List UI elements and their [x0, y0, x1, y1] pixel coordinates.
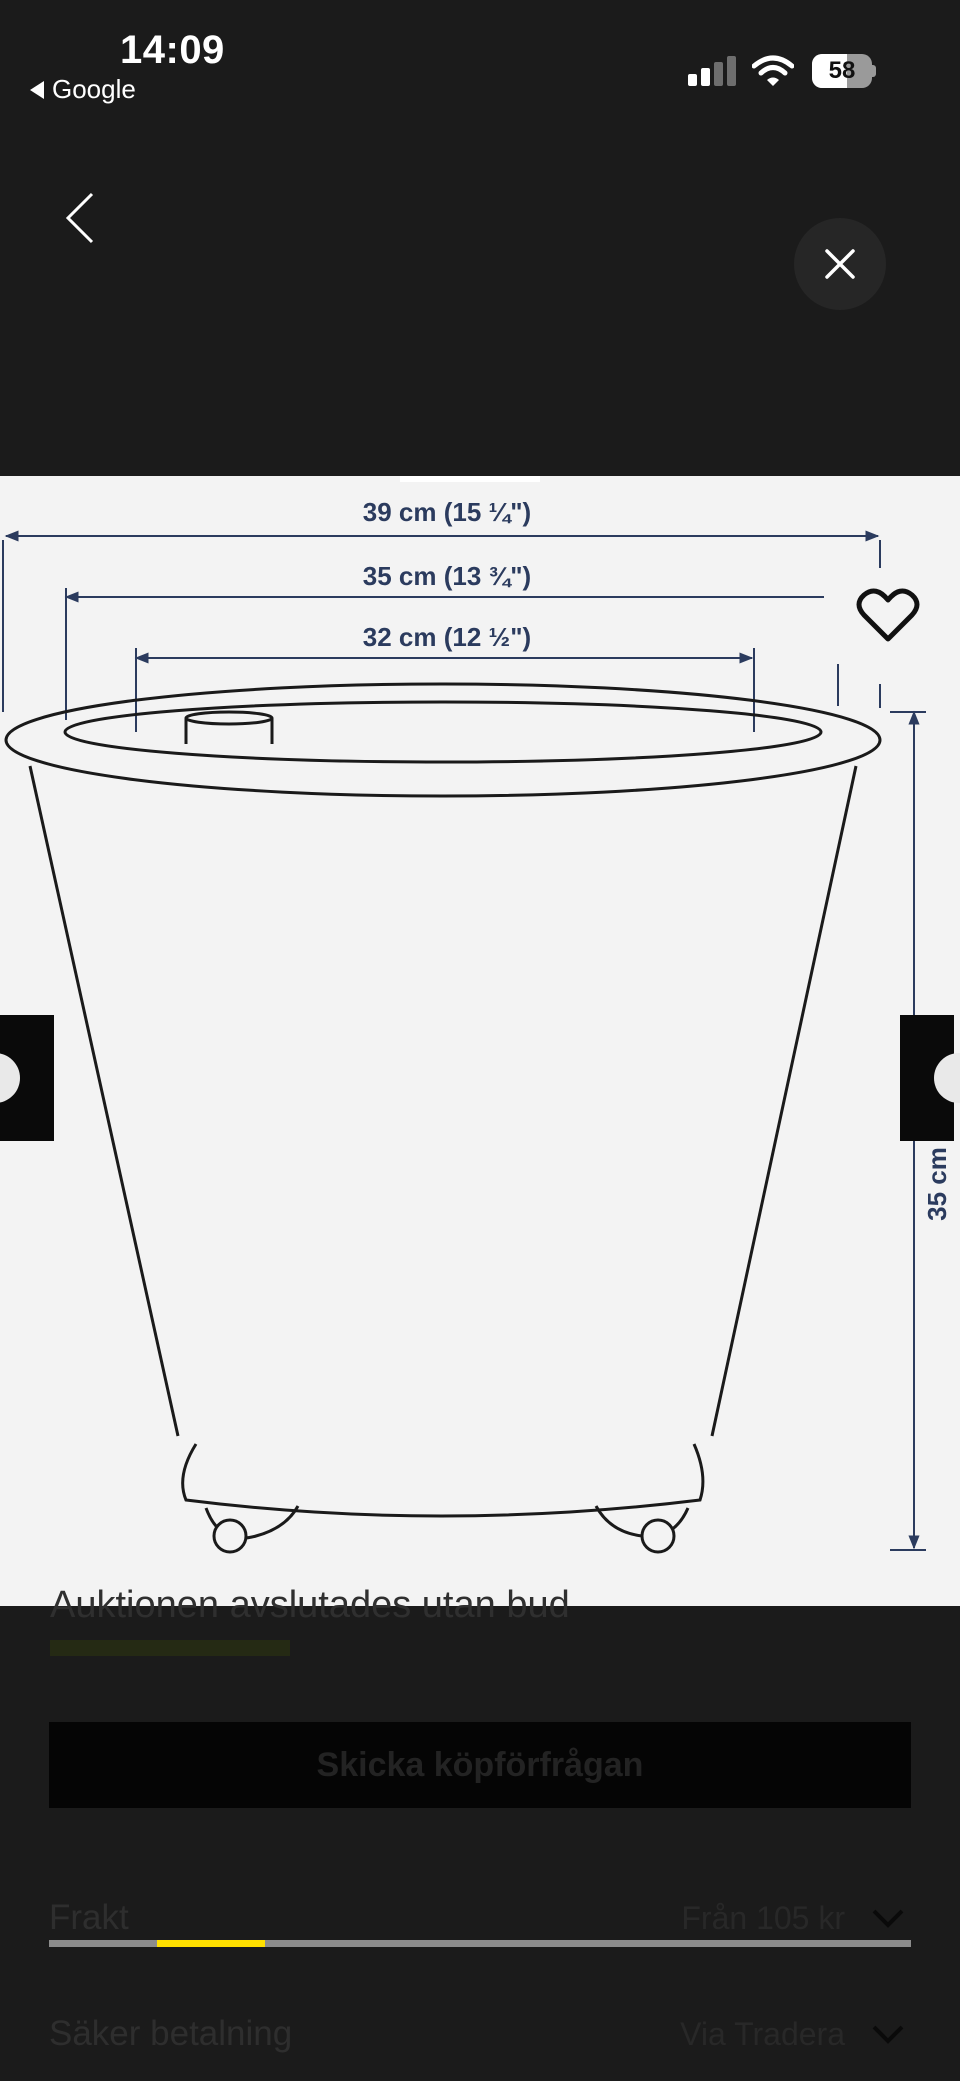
payment-value: Via Tradera: [680, 2016, 845, 2052]
auction-status: Auktionen avslutades utan bud: [50, 1584, 570, 1626]
outer-width-label: 39 cm (15 ¼"): [363, 497, 531, 527]
inner-width-label: 32 cm (12 ½"): [363, 622, 531, 652]
pot-dimension-drawing: 39 cm (15 ¼") 35 cm (13 ¾") 32 cm (12 ½"…: [2, 476, 952, 1554]
previous-image-button[interactable]: [0, 1015, 54, 1141]
battery-icon: 58: [812, 54, 876, 88]
heart-icon[interactable]: [856, 586, 920, 644]
next-arrow-icon: [934, 1053, 960, 1103]
image-pager-strip: [49, 1940, 911, 1947]
payment-row[interactable]: Säker betalning Via Tradera: [49, 2006, 911, 2066]
chevron-down-icon: [872, 1909, 904, 1928]
chevron-left-icon[interactable]: [62, 190, 98, 246]
product-image-viewer[interactable]: 39 cm (15 ¼") 35 cm (13 ¾") 32 cm (12 ½"…: [0, 476, 960, 1606]
active-pager-segment: [156, 1940, 265, 1947]
back-triangle-icon: [30, 80, 44, 99]
payment-label: Säker betalning: [49, 2014, 293, 2053]
rim-width-label: 35 cm (13 ¾"): [363, 561, 531, 591]
shipping-value: Från 105 kr: [681, 1900, 845, 1936]
next-image-button[interactable]: [900, 1015, 960, 1141]
back-to-app-link[interactable]: Google: [30, 74, 136, 105]
back-app-label: Google: [52, 74, 136, 104]
cellular-signal-icon: [688, 56, 736, 86]
chevron-down-icon: [872, 2025, 904, 2044]
battery-level: 58: [828, 57, 856, 84]
send-purchase-request-button[interactable]: Skicka köpförfrågan: [49, 1722, 911, 1808]
close-icon: [825, 249, 855, 279]
shipping-label: Frakt: [49, 1898, 129, 1937]
status-time: 14:09: [120, 28, 225, 72]
close-button[interactable]: [794, 218, 886, 310]
previous-arrow-icon: [0, 1053, 20, 1103]
height-label: 35 cm: [922, 1147, 952, 1221]
auction-status-bar: [50, 1640, 290, 1656]
wifi-icon: [752, 55, 794, 86]
